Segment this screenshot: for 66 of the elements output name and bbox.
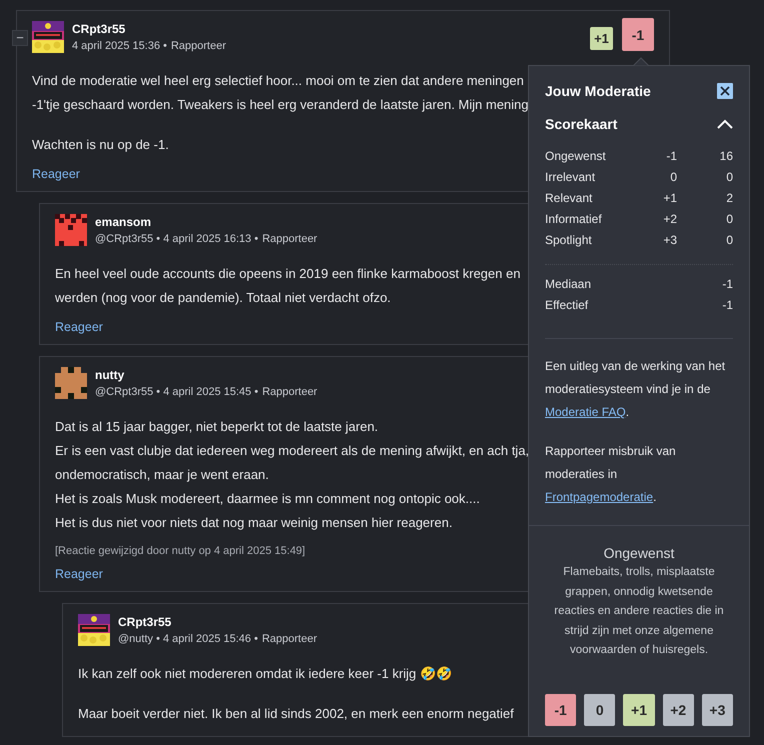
close-button[interactable]: [717, 83, 733, 99]
comment-text: werden (nog voor de pandemie). Totaal niet verdacht ofzo.: [55, 289, 391, 307]
score-value: +1: [662, 191, 677, 205]
comment-text: Het is zoals Musk modereert, daarmee is mn comment nog ontopic ook....: [55, 490, 480, 508]
vote-count: 0: [725, 233, 733, 247]
comment-text: Er is een vast clubje dat iedereen weg modereert als de mening afwijkt, en ach tja,: [55, 442, 530, 460]
summary-label: Mediaan: [545, 277, 592, 291]
comment-text: Vind de moderatie wel heel erg selectief hoor... mooi om te zien dat andere meningen: [32, 72, 524, 90]
close-icon: [720, 86, 730, 96]
score-value: -1: [665, 149, 677, 163]
reply-link[interactable]: Reageer: [55, 320, 103, 334]
comment-text: Ik kan zelf ook niet modereren omdat ik iedere keer -1 krijg 🤣🤣: [78, 665, 452, 683]
vote-count: 0: [725, 170, 733, 184]
report-link[interactable]: Rapporteer: [262, 233, 318, 245]
info-text: Rapporteer misbruik van moderaties in Frontpagemoderatie.: [545, 443, 677, 506]
vote-button[interactable]: +1: [590, 26, 613, 50]
comment-text: Het is dus niet voor niets dat nog maar weinig mensen hier reageren.: [55, 514, 452, 532]
comment-text: En heel veel oude accounts die opeens in 2019 een flinke karmaboost kregen en: [55, 265, 520, 283]
help-link[interactable]: Frontpagemoderatie: [545, 490, 654, 504]
report-link[interactable]: Rapporteer: [262, 633, 318, 645]
vote-count: 16: [718, 149, 733, 163]
comment-text: -1'tje geschaard worden. Tweakers is heel erg veranderd de laatste jaren. Mijn mening: [32, 96, 529, 114]
author-name: emansom: [95, 215, 152, 229]
author-name: nutty: [95, 368, 124, 382]
summary-value: -1: [722, 277, 733, 291]
collapse-button[interactable]: −: [12, 30, 28, 46]
category-title: Ongewenst: [602, 545, 676, 561]
author-name: CRpt3r55: [118, 615, 172, 629]
comment-text: Maar boeit verder niet. Ik ben al lid sinds 2002, en merk een enorm negatief: [78, 705, 514, 723]
score-label: Relevant: [545, 191, 594, 205]
report-link[interactable]: Rapporteer: [170, 40, 226, 52]
score-value: +2: [662, 212, 677, 226]
info-text: Een uitleg van de werking van het moderatiesysteem vind je in de Moderatie FAQ.: [545, 358, 726, 421]
category-description: Flamebaits, trolls, misplaatste grappen, onnodig kwetsende reacties en andere reacties die in strijd zijn met onze algemene voorwaarden of huisregels.: [553, 565, 725, 658]
score-button[interactable]: 0: [584, 694, 616, 726]
score-button[interactable]: +3: [702, 694, 734, 726]
comment-meta: @CRpt3r55 • 4 april 2025 15:45 •: [95, 386, 258, 398]
summary-label: Effectief: [545, 298, 588, 312]
comment-text: ondemocratisch, maar je went eraan.: [55, 466, 269, 484]
score-button[interactable]: -1: [545, 694, 576, 726]
score-button[interactable]: +2: [662, 694, 694, 726]
vote-button[interactable]: -1: [622, 18, 654, 51]
vote-count: 0: [725, 212, 733, 226]
score-value: 0: [669, 170, 677, 184]
score-label: Ongewenst: [545, 149, 607, 163]
reply-link[interactable]: Reageer: [55, 567, 103, 581]
score-label: Informatief: [545, 212, 603, 226]
score-label: Irrelevant: [545, 170, 596, 184]
help-link[interactable]: Moderatie FAQ: [545, 405, 626, 419]
comment-meta: 4 april 2025 15:36 •: [72, 40, 167, 52]
comment-meta: @nutty • 4 april 2025 15:46 •: [118, 633, 258, 645]
reply-link[interactable]: Reageer: [32, 167, 80, 181]
report-link[interactable]: Rapporteer: [262, 386, 318, 398]
summary-value: -1: [722, 298, 733, 312]
author-name: CRpt3r55: [72, 22, 126, 36]
edit-note: [Reactie gewijzigd door nutty op 4 april 2025 15:49]: [55, 545, 306, 557]
score-label: Spotlight: [545, 233, 593, 247]
comment-text: Wachten is nu op de -1.: [32, 136, 169, 154]
comment-meta: @CRpt3r55 • 4 april 2025 16:13 •: [95, 233, 258, 245]
popup-title: Jouw Moderatie: [545, 83, 651, 99]
vote-count: 2: [725, 191, 733, 205]
section-title: Scorekaart: [545, 116, 618, 132]
score-button[interactable]: +1: [623, 694, 655, 726]
score-value: +3: [662, 233, 677, 247]
comment-text: Dat is al 15 jaar bagger, niet beperkt tot de laatste jaren.: [55, 418, 378, 436]
chevron-up-icon[interactable]: [717, 119, 733, 129]
